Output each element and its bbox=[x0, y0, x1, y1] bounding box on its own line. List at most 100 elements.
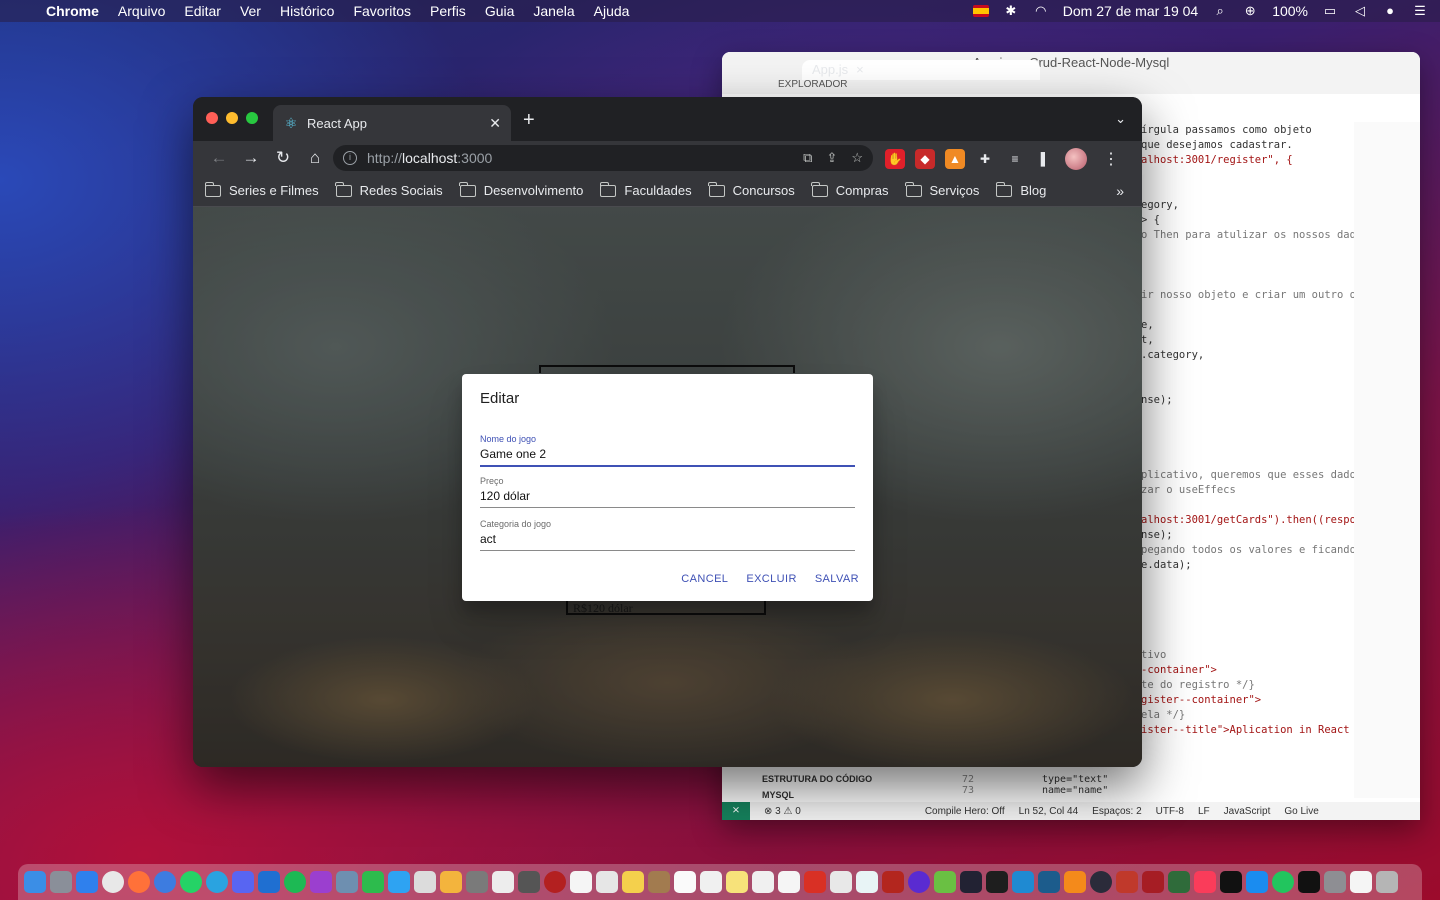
mysql-workbench-icon[interactable] bbox=[1038, 871, 1060, 893]
bookmark-star-icon[interactable]: ☆ bbox=[851, 150, 863, 166]
menu-perfis[interactable]: Perfis bbox=[430, 3, 466, 19]
facetime-icon[interactable] bbox=[362, 871, 384, 893]
compile-hero-status[interactable]: Compile Hero: Off bbox=[925, 806, 1005, 817]
chrome-menu-icon[interactable]: ⋮ bbox=[1103, 149, 1119, 169]
app-store-icon[interactable] bbox=[1246, 871, 1268, 893]
battery-icon[interactable]: ▭ bbox=[1322, 4, 1338, 18]
music-icon[interactable] bbox=[1194, 871, 1216, 893]
qbittorrent-icon[interactable] bbox=[154, 871, 176, 893]
cursor-position[interactable]: Ln 52, Col 44 bbox=[1019, 806, 1079, 817]
app-icon[interactable] bbox=[830, 871, 852, 893]
app-icon[interactable] bbox=[544, 871, 566, 893]
code-editor[interactable]: írgula passamos como objeto que desejamo… bbox=[1137, 122, 1375, 798]
reminders-icon[interactable] bbox=[700, 871, 722, 893]
app-icon[interactable] bbox=[1116, 871, 1138, 893]
notes-icon[interactable] bbox=[622, 871, 644, 893]
app-icon[interactable] bbox=[908, 871, 930, 893]
bookmark-folder-redes[interactable]: Redes Sociais bbox=[335, 181, 443, 198]
tab-search-chevron-icon[interactable]: ⌄ bbox=[1115, 111, 1126, 127]
extension-icon[interactable]: ▲ bbox=[945, 149, 965, 169]
menu-ajuda[interactable]: Ajuda bbox=[594, 3, 630, 19]
calendar-icon[interactable] bbox=[674, 871, 696, 893]
outline-section[interactable]: ESTRUTURA DO CÓDIGO bbox=[762, 774, 872, 784]
problems-status[interactable]: ⊗ 3 ⚠ 0 bbox=[764, 806, 801, 817]
address-bar[interactable]: i http://localhost:3000 ⧉ ⇪ ☆ bbox=[333, 145, 873, 171]
stickies-icon[interactable] bbox=[726, 871, 748, 893]
indentation-status[interactable]: Espaços: 2 bbox=[1092, 806, 1141, 817]
close-window-button[interactable] bbox=[206, 112, 218, 124]
editor-tab-appjs[interactable]: App.js × bbox=[802, 60, 1040, 80]
close-icon[interactable]: × bbox=[856, 60, 864, 80]
app-icon[interactable] bbox=[466, 871, 488, 893]
bookmark-folder-servicos[interactable]: Serviços bbox=[905, 181, 979, 198]
messages-icon[interactable] bbox=[388, 871, 410, 893]
wordpress-icon[interactable] bbox=[856, 871, 878, 893]
save-button[interactable]: SALVAR bbox=[813, 569, 861, 589]
podcasts-icon[interactable] bbox=[310, 871, 332, 893]
extension-adblock-icon[interactable]: ✋ bbox=[885, 149, 905, 169]
document-icon[interactable] bbox=[1350, 871, 1372, 893]
acrobat-icon[interactable] bbox=[804, 871, 826, 893]
close-tab-icon[interactable]: ✕ bbox=[489, 115, 501, 132]
discord-icon[interactable] bbox=[232, 871, 254, 893]
zoom-window-button[interactable] bbox=[246, 112, 258, 124]
siri-icon[interactable]: ● bbox=[1382, 4, 1398, 18]
bookmarks-overflow-icon[interactable]: » bbox=[1116, 183, 1124, 199]
control-center-icon[interactable]: ☰ bbox=[1412, 4, 1428, 18]
mysql-section[interactable]: MYSQL bbox=[762, 790, 872, 800]
whatsapp-icon[interactable] bbox=[180, 871, 202, 893]
extension-icon[interactable]: ◆ bbox=[915, 149, 935, 169]
bookmark-folder-dev[interactable]: Desenvolvimento bbox=[459, 181, 583, 198]
app-icon[interactable] bbox=[752, 871, 774, 893]
chrome-icon[interactable] bbox=[102, 871, 124, 893]
tab-react-app[interactable]: ⚛ React App ✕ bbox=[273, 105, 511, 141]
accessibility-icon[interactable]: ⊕ bbox=[1242, 4, 1258, 18]
app-icon[interactable] bbox=[1142, 871, 1164, 893]
wifi-icon[interactable]: ◠ bbox=[1033, 4, 1049, 18]
terminal-icon[interactable] bbox=[986, 871, 1008, 893]
finder-icon[interactable] bbox=[24, 871, 46, 893]
clock-datetime[interactable]: Dom 27 de mar 19 04 bbox=[1063, 3, 1198, 19]
app-icon[interactable] bbox=[596, 871, 618, 893]
bookmark-folder-compras[interactable]: Compras bbox=[811, 181, 889, 198]
app-icon[interactable] bbox=[648, 871, 670, 893]
vlc-icon[interactable] bbox=[1064, 871, 1086, 893]
bookmark-folder-concursos[interactable]: Concursos bbox=[708, 181, 795, 198]
trash-icon[interactable] bbox=[1376, 871, 1398, 893]
battery-percent[interactable]: 100% bbox=[1272, 3, 1308, 19]
new-tab-button[interactable]: + bbox=[523, 109, 535, 132]
back-button[interactable]: ← bbox=[203, 148, 235, 168]
menu-ver[interactable]: Ver bbox=[240, 3, 261, 19]
menu-guia[interactable]: Guia bbox=[485, 3, 515, 19]
app-icon[interactable] bbox=[934, 871, 956, 893]
photos-icon[interactable] bbox=[440, 871, 462, 893]
site-info-icon[interactable]: i bbox=[343, 151, 357, 165]
filezilla-icon[interactable] bbox=[882, 871, 904, 893]
remote-icon[interactable]: ⨯ bbox=[722, 802, 750, 820]
menu-arquivo[interactable]: Arquivo bbox=[118, 3, 165, 19]
safari-icon[interactable] bbox=[76, 871, 98, 893]
extensions-puzzle-icon[interactable]: ✚ bbox=[975, 149, 995, 169]
cancel-button[interactable]: CANCEL bbox=[679, 569, 730, 589]
volume-icon[interactable]: ◁ bbox=[1352, 4, 1368, 18]
activity-monitor-icon[interactable] bbox=[1298, 871, 1320, 893]
app-icon[interactable] bbox=[1272, 871, 1294, 893]
bluetooth-icon[interactable]: ✱ bbox=[1003, 4, 1019, 18]
bookmark-folder-series[interactable]: Series e Filmes bbox=[204, 181, 319, 198]
app-icon[interactable] bbox=[1168, 871, 1190, 893]
home-button[interactable]: ⌂ bbox=[299, 148, 331, 168]
forward-button[interactable]: → bbox=[235, 148, 267, 168]
reading-list-icon[interactable]: ≡ bbox=[1005, 149, 1025, 169]
input-source-flag-icon[interactable] bbox=[972, 5, 989, 17]
game-name-field[interactable]: Nome do jogo Game one 2 bbox=[480, 434, 855, 467]
app-icon[interactable] bbox=[492, 871, 514, 893]
menu-app-name[interactable]: Chrome bbox=[46, 3, 99, 19]
menu-historico[interactable]: Histórico bbox=[280, 3, 334, 19]
share-icon[interactable]: ⇪ bbox=[826, 150, 837, 166]
launchpad-icon[interactable] bbox=[50, 871, 72, 893]
telegram-icon[interactable] bbox=[206, 871, 228, 893]
profile-avatar[interactable] bbox=[1065, 148, 1087, 170]
maps-icon[interactable] bbox=[414, 871, 436, 893]
editor-minimap[interactable] bbox=[1354, 122, 1420, 798]
side-panel-icon[interactable]: ▌ bbox=[1035, 149, 1055, 169]
